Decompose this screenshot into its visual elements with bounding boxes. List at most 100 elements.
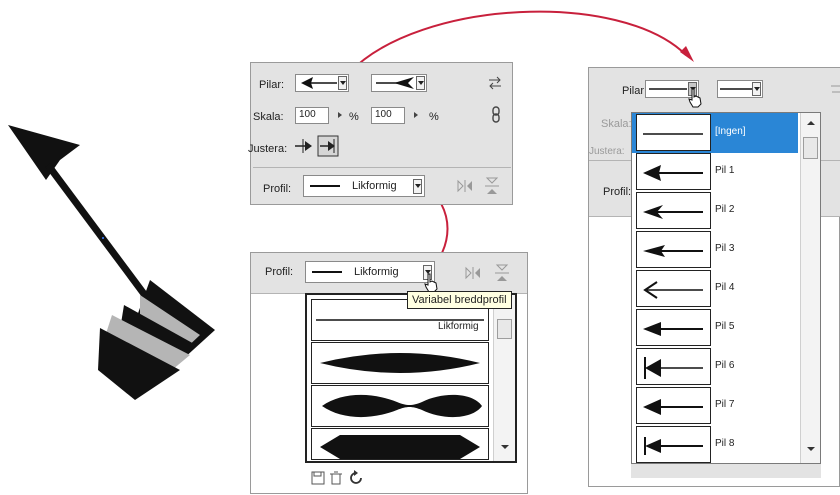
arrow-style-list: [Ingen] Pil 1 Pil 2 Pil 3 Pil 4 Pil 5 Pil 6 Pil… — [631, 112, 821, 464]
profile-option-width-2[interactable] — [311, 385, 489, 427]
list-item-label: Pil 1 — [715, 165, 735, 176]
profile-value: Likformig — [354, 266, 399, 278]
arrow-style-icon — [644, 357, 703, 379]
scale-start-stepper[interactable] — [333, 107, 347, 124]
scale-start-input[interactable]: 100 — [295, 107, 329, 124]
tooltip: Variabel breddprofil — [407, 291, 512, 309]
profile-value: Likformig — [352, 180, 397, 192]
scale-end-stepper[interactable] — [409, 107, 423, 124]
flip-horizontal-icon[interactable] — [457, 179, 473, 193]
profile-option-width-1[interactable] — [311, 342, 489, 384]
scroll-down-icon[interactable] — [807, 447, 815, 451]
list-item[interactable]: Pil 1 — [636, 152, 794, 191]
flip-horizontal-icon[interactable] — [465, 266, 481, 280]
width-profile-shape — [322, 394, 482, 418]
arrow-preview — [636, 192, 711, 229]
list-footer — [631, 464, 821, 478]
justera-label: Justera: — [248, 143, 288, 155]
profil-label: Profil: — [263, 183, 292, 195]
swap-arrows-icon[interactable] — [829, 81, 840, 97]
list-item-label: Pil 8 — [715, 438, 735, 449]
arrow-style-icon — [643, 245, 703, 257]
arrow-preview — [636, 426, 711, 463]
arrow-select-panel: Pilar: Skala: Justera: Profil: [Ingen] Pi… — [588, 67, 840, 487]
hand-cursor-icon — [688, 88, 702, 108]
chevron-down-icon[interactable] — [413, 179, 422, 194]
end-arrow-select[interactable] — [371, 74, 427, 92]
width-profile-shape — [320, 353, 480, 373]
arrow-style-icon — [644, 437, 703, 455]
profil-label: Profil: — [603, 186, 632, 198]
list-item[interactable]: Pil 2 — [636, 191, 794, 230]
arrow-style-icon — [643, 205, 703, 219]
stroke-arrows-panel: Pilar: Skala: 100 % 100 % Justera: Profi… — [248, 62, 513, 205]
arrow-preview — [636, 270, 711, 307]
scroll-thumb[interactable] — [497, 319, 512, 339]
list-item-label: Pil 6 — [715, 360, 735, 371]
hand-cursor-icon — [424, 273, 438, 293]
profile-select[interactable]: Likformig — [305, 261, 435, 283]
divider — [253, 167, 511, 168]
list-item-label: Pil 4 — [715, 282, 735, 293]
justera-label: Justera: — [589, 146, 625, 157]
width-profile-shape — [320, 435, 480, 459]
arrow-list-scrollbar[interactable] — [800, 113, 820, 463]
pilar-label: Pilar: — [259, 79, 285, 91]
chevron-down-icon[interactable] — [752, 82, 761, 96]
list-item-label: Pil 2 — [715, 204, 735, 215]
scale-end-input[interactable]: 100 — [371, 107, 405, 124]
profile-select[interactable]: Likformig — [303, 175, 425, 197]
arrow-preview — [636, 231, 711, 268]
list-item[interactable]: Pil 7 — [636, 386, 794, 425]
align-extend-icon[interactable] — [293, 136, 315, 156]
arrow-preview — [636, 348, 711, 385]
scroll-thumb[interactable] — [803, 137, 818, 159]
swap-arrows-icon[interactable] — [487, 75, 503, 91]
percent-label-1: % — [349, 111, 359, 123]
start-arrow-select[interactable] — [295, 74, 349, 92]
line-none-icon — [720, 88, 752, 90]
arrow-left-icon — [301, 77, 337, 89]
pilar-label: Pilar: — [622, 85, 648, 97]
delete-profile-icon[interactable] — [329, 471, 343, 485]
align-inside-icon[interactable] — [317, 135, 339, 157]
arrow-preview — [636, 387, 711, 424]
profile-scrollbar[interactable] — [493, 295, 515, 461]
chevron-down-icon[interactable] — [416, 76, 425, 90]
list-item[interactable]: Pil 5 — [636, 308, 794, 347]
arrow-style-icon — [643, 133, 703, 135]
list-item[interactable]: Pil 6 — [636, 347, 794, 386]
scroll-up-icon[interactable] — [807, 121, 815, 125]
reset-profile-icon[interactable] — [349, 470, 363, 485]
list-item-label: Pil 3 — [715, 243, 735, 254]
list-item[interactable]: Pil 3 — [636, 230, 794, 269]
skala-label: Skala: — [601, 118, 632, 130]
line-none-icon — [649, 88, 687, 90]
arrow-style-icon — [643, 281, 703, 299]
list-item-label: Pil 7 — [715, 399, 735, 410]
list-item[interactable]: Pil 8 — [636, 425, 794, 463]
flip-vertical-icon[interactable] — [485, 177, 499, 195]
list-item-label: Pil 5 — [715, 321, 735, 332]
profile-option-width-3[interactable] — [311, 428, 489, 460]
flip-vertical-icon[interactable] — [495, 264, 509, 282]
arrow-style-icon — [643, 165, 703, 181]
arrow-style-icon — [643, 322, 703, 336]
profile-list: Likformig — [305, 293, 517, 463]
list-item-label: [Ingen] — [715, 126, 746, 137]
save-profile-icon[interactable] — [311, 471, 325, 485]
list-item[interactable]: [Ingen] — [636, 113, 794, 152]
uniform-line-icon — [312, 271, 342, 273]
arrow-preview — [636, 309, 711, 346]
arrow-preview — [636, 114, 711, 151]
list-item[interactable]: Pil 4 — [636, 269, 794, 308]
skala-label: Skala: — [253, 111, 284, 123]
arrow-style-icon — [643, 399, 703, 415]
arrow-preview — [636, 153, 711, 190]
fletching-icon — [376, 77, 414, 89]
link-icon[interactable] — [491, 106, 501, 124]
chevron-down-icon[interactable] — [338, 76, 347, 90]
uniform-line-icon — [310, 185, 340, 187]
end-arrow-select[interactable] — [717, 80, 763, 98]
scroll-down-icon[interactable] — [501, 445, 509, 449]
